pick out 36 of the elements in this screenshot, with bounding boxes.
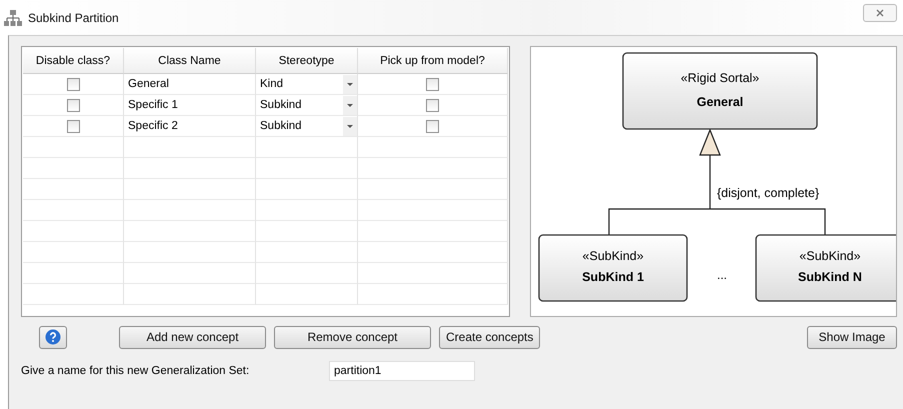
class-box: «SubKind» SubKind N <box>755 234 896 302</box>
class-box: «Rigid Sortal» General <box>622 52 818 130</box>
help-button[interactable] <box>39 326 67 348</box>
close-icon <box>876 8 884 16</box>
close-button[interactable] <box>863 4 897 22</box>
remove-concept-button[interactable]: Remove concept <box>274 326 431 348</box>
column-header: Pick up from model? <box>358 48 508 74</box>
window-title: Subkind Partition <box>28 10 120 24</box>
stereotype-dropdown[interactable]: Subkind <box>256 116 358 137</box>
checkbox[interactable] <box>426 120 439 132</box>
checkbox[interactable] <box>66 120 80 132</box>
caret-icon <box>343 96 357 114</box>
stereotype-dropdown[interactable]: Kind <box>256 74 358 95</box>
add-concept-button[interactable]: Add new concept <box>119 326 266 348</box>
stereotype-dropdown[interactable]: Subkind <box>256 95 358 116</box>
help-icon <box>45 329 61 345</box>
checkbox[interactable] <box>66 98 80 112</box>
show-image-button[interactable]: Show Image <box>807 326 897 348</box>
field-label: Give a name for this new Generalization Set: <box>21 365 250 377</box>
column-header: Class Name <box>124 48 256 74</box>
checkbox[interactable] <box>426 78 439 90</box>
table-cell: Specific 1 <box>124 95 256 116</box>
column-header: Disable class? <box>23 48 124 74</box>
caret-icon <box>343 74 357 94</box>
caret-icon <box>343 116 357 136</box>
create-concepts-button[interactable]: Create concepts <box>439 326 540 348</box>
checkbox[interactable] <box>66 78 80 90</box>
ellipsis-text: ... <box>717 268 727 282</box>
table-cell: General <box>124 74 256 95</box>
column-header: Stereotype <box>256 48 358 74</box>
name-field[interactable]: partition1 <box>329 361 475 381</box>
checkbox[interactable] <box>426 98 439 112</box>
class-box: «SubKind» SubKind 1 <box>538 234 688 302</box>
table-cell: Specific 2 <box>124 116 256 137</box>
hierarchy-icon <box>4 10 22 26</box>
constraint-label: {disjont, complete} <box>717 186 820 200</box>
